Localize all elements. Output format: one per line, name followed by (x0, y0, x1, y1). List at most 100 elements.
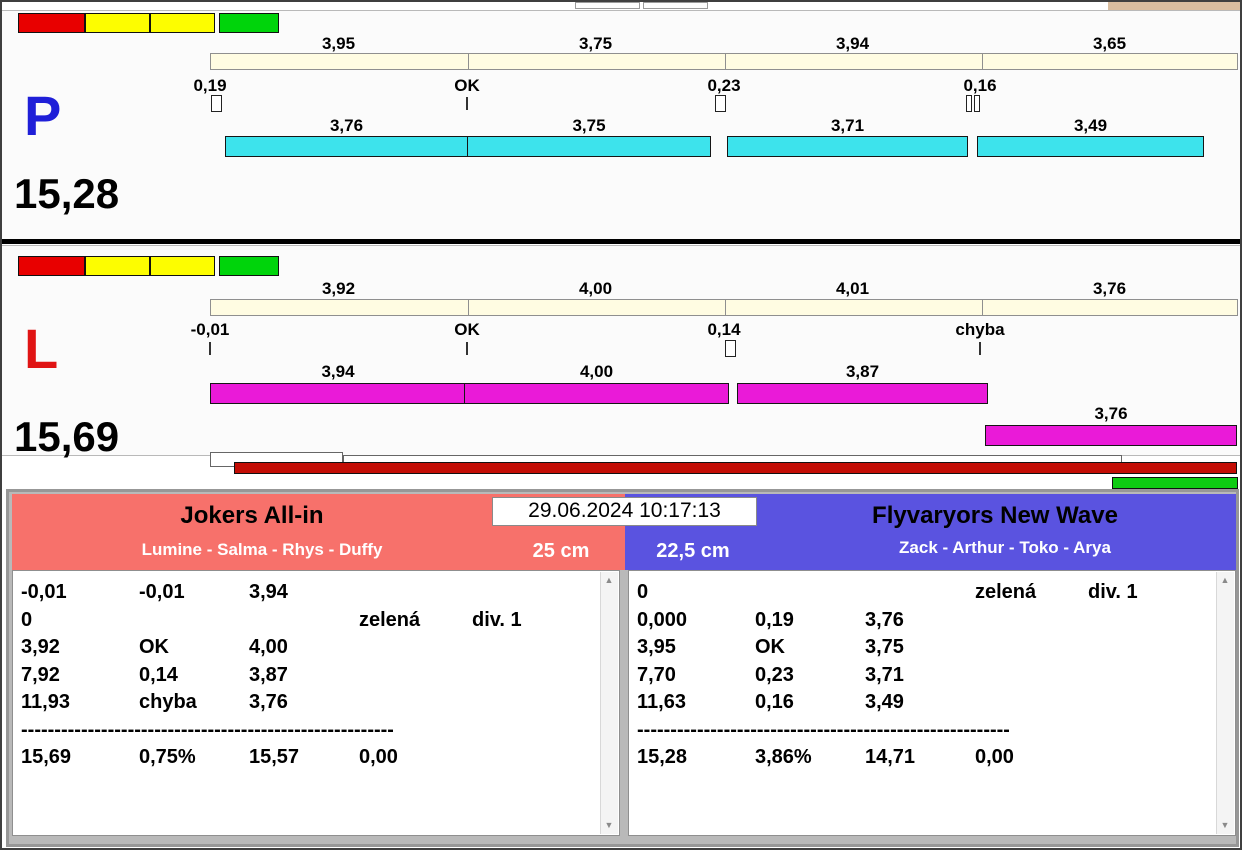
result-cell: 0,000 (637, 609, 688, 631)
scroll-down-icon[interactable]: ▼ (601, 817, 617, 834)
split-time-top: 4,01 (835, 279, 870, 298)
team-members: Lumine - Salma - Rhys - Duffy (141, 540, 383, 559)
split-time-bottom: 3,49 (1073, 116, 1108, 135)
scrollbar[interactable]: ▲ ▼ (1216, 572, 1234, 834)
result-separator: ----------------------------------------… (21, 719, 393, 741)
status-light-bar (18, 256, 279, 276)
result-cell: 11,63 (637, 691, 686, 713)
results-frame: Jokers All-in Lumine - Salma - Rhys - Du… (6, 489, 1239, 847)
result-cell: zelená (359, 609, 421, 631)
track-divider (725, 300, 726, 315)
lane-divider (2, 239, 1240, 244)
split-bar (467, 136, 711, 157)
exchange-tick-line (979, 342, 981, 355)
status-red-light (18, 13, 85, 33)
split-bar (727, 136, 968, 157)
result-separator: ----------------------------------------… (637, 719, 1009, 741)
split-time-top: 3,95 (321, 34, 356, 53)
track-divider (982, 300, 983, 315)
exchange-tick-line (466, 342, 468, 355)
result-cell: -0,01 (139, 581, 185, 603)
track-divider (725, 54, 726, 69)
result-cell: 3,94 (249, 581, 288, 603)
summary-cell: 0,00 (975, 746, 1014, 768)
datetime-text: 29.06.2024 10:17:13 (528, 499, 721, 522)
exchange-tick-line (209, 342, 211, 355)
exchange-mark: 0,23 (707, 76, 741, 95)
lane-total-time: 15,69 (14, 413, 120, 460)
result-cell: zelená (975, 581, 1037, 603)
lane-letter: L (24, 317, 59, 380)
split-time-bottom: 4,00 (579, 362, 614, 381)
split-time-top: 3,65 (1092, 34, 1127, 53)
split-time-bottom: 3,71 (830, 116, 865, 135)
team-name: Flyvaryors New Wave (872, 502, 1118, 529)
split-bar (985, 425, 1237, 446)
team-name: Jokers All-in (180, 502, 324, 529)
split-time-bottom: 3,76 (1094, 404, 1128, 423)
summary-cell: 0,00 (359, 746, 398, 768)
exchange-tick-box (966, 95, 972, 112)
background-window-fragment (575, 2, 640, 9)
exchange-tick-box (211, 95, 222, 112)
lath-height: 22,5 cm (656, 540, 730, 562)
exchange-mark: 0,14 (707, 320, 741, 339)
result-cell: 3,76 (249, 691, 288, 713)
scrollbar[interactable]: ▲ ▼ (600, 572, 618, 834)
split-time-top: 3,76 (1092, 279, 1127, 298)
scroll-up-icon[interactable]: ▲ (1217, 572, 1233, 589)
status-green-light (219, 13, 279, 33)
progress-bar-red (234, 462, 1237, 474)
scroll-up-icon[interactable]: ▲ (601, 572, 617, 589)
result-cell: 7,70 (637, 664, 676, 686)
split-time-bottom: 3,94 (321, 362, 355, 381)
result-cell: 7,92 (21, 664, 60, 686)
split-bar (737, 383, 988, 404)
split-time-bottom: 3,76 (329, 116, 364, 135)
lane-section-p: 3,95 3,75 3,94 3,65 0,19 OK 0,23 0,16 3,… (2, 10, 1240, 241)
status-yellow-light (85, 13, 150, 33)
result-cell: -0,01 (21, 581, 67, 603)
result-cell: 3,75 (865, 636, 904, 658)
lane-total-time: 15,28 (14, 170, 120, 217)
status-red-light (18, 256, 85, 276)
result-cell: 3,71 (865, 664, 904, 686)
result-cell: 3,92 (21, 636, 60, 658)
summary-cell: 0,75% (139, 746, 196, 768)
result-cell: div. 1 (472, 609, 522, 631)
team-results-panel-left: -0,01 -0,01 3,94 0 zelená div. 1 3,92 OK… (12, 570, 620, 836)
split-time-top: 3,94 (835, 34, 870, 53)
result-cell: 0,19 (755, 609, 794, 631)
result-cell: 3,49 (865, 691, 904, 713)
exchange-tick-box (974, 95, 980, 112)
exchange-tick-line (466, 97, 468, 110)
segment-track (210, 299, 1238, 316)
exchange-mark: OK (454, 320, 480, 339)
result-cell: 0,16 (755, 691, 794, 713)
exchange-mark: chyba (955, 320, 1005, 339)
status-yellow-light (150, 256, 215, 276)
lane-letter: P (24, 84, 62, 147)
result-cell: 3,95 (637, 636, 676, 658)
exchange-mark: OK (454, 76, 480, 95)
result-cell: chyba (139, 691, 197, 713)
result-cell: 11,93 (21, 691, 70, 713)
segment-track (210, 53, 1238, 70)
split-time-top: 3,92 (321, 279, 356, 298)
summary-cell: 3,86% (755, 746, 812, 768)
team-members: Zack - Arthur - Toko - Arya (899, 538, 1111, 557)
result-cell: 0,14 (139, 664, 178, 686)
result-cell: 0,23 (755, 664, 794, 686)
result-cell: 3,76 (865, 609, 904, 631)
result-cell: 3,87 (249, 664, 288, 686)
split-bar (225, 136, 468, 157)
status-yellow-light (150, 13, 215, 33)
track-divider (468, 54, 469, 69)
scroll-down-icon[interactable]: ▼ (1217, 817, 1233, 834)
exchange-tick-box (725, 340, 736, 357)
split-bar (464, 383, 729, 404)
split-time-bottom: 3,75 (572, 116, 606, 135)
summary-cell: 15,69 (21, 746, 72, 768)
track-divider (982, 54, 983, 69)
split-time-top: 4,00 (578, 279, 613, 298)
